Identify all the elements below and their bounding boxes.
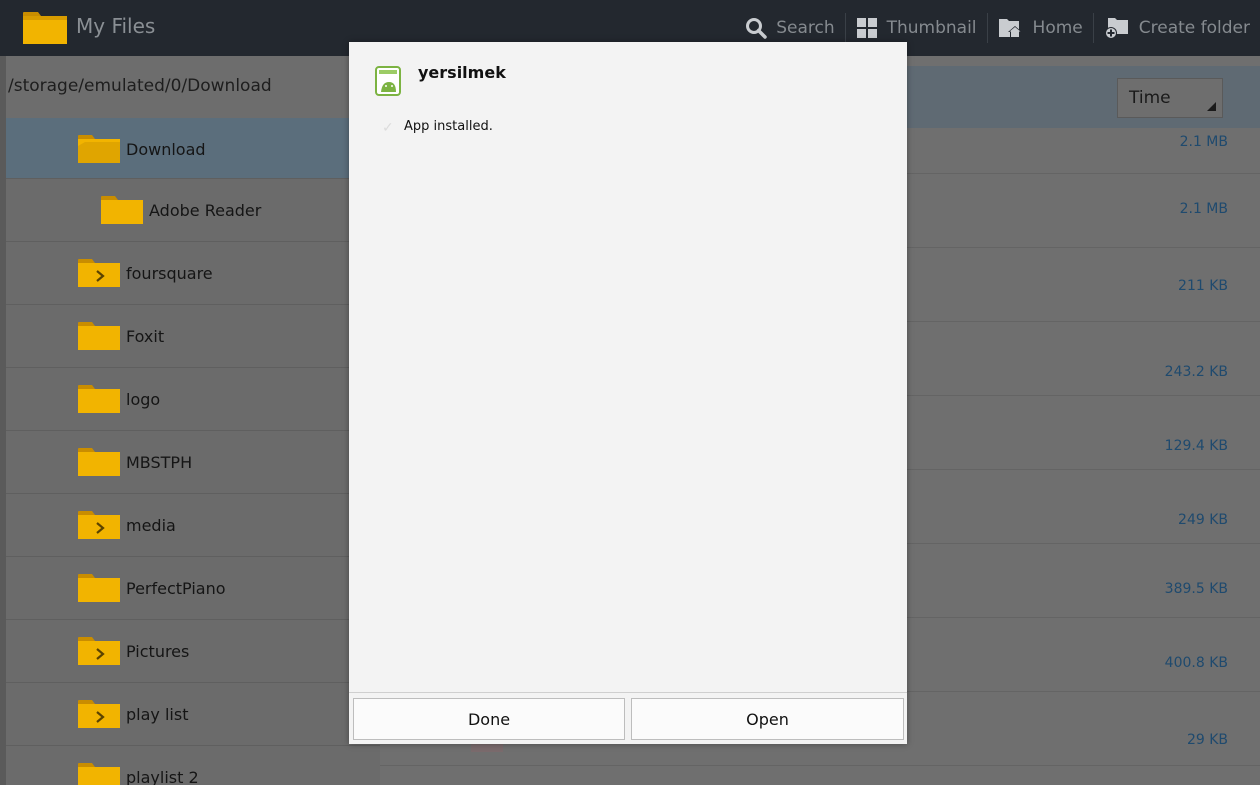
folder-icon [78, 385, 120, 413]
folder-tree-label: MBSTPH [126, 453, 193, 472]
folder-tree-label: play list [126, 705, 189, 724]
home-button[interactable]: Home [988, 0, 1093, 56]
folder-tree-label: playlist 2 [126, 768, 199, 785]
current-path: /storage/emulated/0/Download [8, 76, 272, 96]
folder-icon [78, 448, 120, 476]
thumbnail-grid-icon [856, 17, 878, 39]
folder-tree-item[interactable]: Pictures [0, 620, 380, 683]
folder-tree: Download Adobe Reader foursquare Foxit logo M… [0, 118, 380, 785]
file-size: 2.1 MB [1179, 201, 1228, 217]
sort-dropdown[interactable]: Time [1117, 78, 1223, 118]
folder-icon [78, 574, 120, 602]
search-icon [745, 17, 767, 39]
folder-tree-item[interactable]: Download [0, 118, 380, 179]
file-size: 400.8 KB [1164, 655, 1228, 671]
dialog-button-divider [349, 692, 907, 693]
pane-edge [0, 56, 6, 785]
folder-tree-label: PerfectPiano [126, 579, 226, 598]
folder-icon [78, 135, 120, 163]
apk-package-icon [375, 66, 401, 96]
file-size: 129.4 KB [1164, 438, 1228, 454]
file-size: 243.2 KB [1164, 364, 1228, 380]
dialog-message: App installed. [404, 119, 493, 134]
folder-tree-label: Download [126, 140, 206, 159]
app-title: My Files [76, 14, 156, 38]
app-installed-dialog: yersilmek ✓ App installed. Done Open [349, 42, 907, 744]
file-size: 2.1 MB [1179, 134, 1228, 150]
folder-icon [78, 322, 120, 350]
create-folder-icon [1104, 16, 1130, 40]
file-size: 389.5 KB [1164, 581, 1228, 597]
sort-label: Time [1129, 88, 1171, 108]
folder-icon [78, 637, 120, 665]
home-label: Home [1032, 18, 1083, 38]
open-button[interactable]: Open [631, 698, 904, 740]
folder-tree-item[interactable]: logo [0, 368, 380, 431]
folder-icon [78, 259, 120, 287]
folder-icon [78, 763, 120, 785]
folder-tree-item[interactable]: MBSTPH [0, 431, 380, 494]
folder-tree-item[interactable]: Foxit [0, 305, 380, 368]
check-icon: ✓ [382, 120, 394, 136]
folder-tree-item[interactable]: playlist 2 [0, 746, 380, 785]
folder-tree-label: Adobe Reader [149, 201, 262, 220]
create-folder-button[interactable]: Create folder [1094, 0, 1260, 56]
dropdown-corner-icon [1207, 102, 1216, 111]
file-size: 211 KB [1178, 278, 1228, 294]
folder-icon [78, 511, 120, 539]
folder-tree-label: logo [126, 390, 161, 409]
thumbnail-label: Thumbnail [886, 18, 977, 38]
folder-tree-label: Pictures [126, 642, 190, 661]
folder-tree-item[interactable]: PerfectPiano [0, 557, 380, 620]
folder-tree-item[interactable]: Adobe Reader [0, 179, 380, 242]
folder-tree-pane: /storage/emulated/0/Download Download Ado… [0, 56, 380, 785]
folder-tree-label: media [126, 516, 176, 535]
folder-tree-item[interactable]: play list [0, 683, 380, 746]
folder-tree-item[interactable]: media [0, 494, 380, 557]
folder-tree-item[interactable]: foursquare [0, 242, 380, 305]
path-bar: /storage/emulated/0/Download [0, 56, 380, 119]
folder-icon [101, 196, 143, 224]
dialog-app-name: yersilmek [418, 63, 506, 82]
folder-tree-label: Foxit [126, 327, 165, 346]
my-files-folder-icon [23, 12, 67, 44]
file-size: 249 KB [1178, 512, 1228, 528]
search-label: Search [776, 18, 835, 38]
home-icon [998, 17, 1024, 39]
create-folder-label: Create folder [1138, 18, 1250, 38]
folder-icon [78, 700, 120, 728]
folder-tree-label: foursquare [126, 264, 213, 283]
done-button[interactable]: Done [353, 698, 625, 740]
file-size: 29 KB [1186, 732, 1228, 748]
